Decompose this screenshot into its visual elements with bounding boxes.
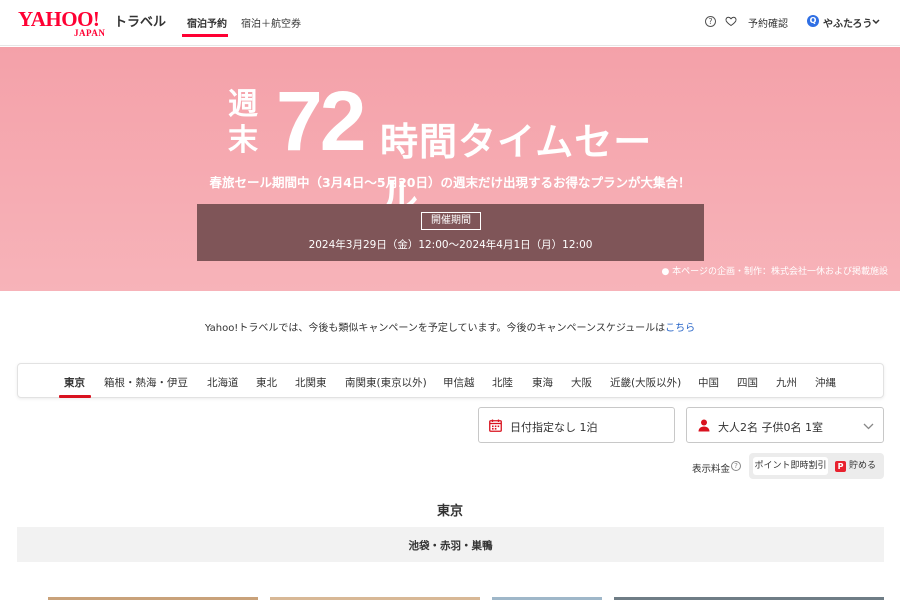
top-header: YAHOO! JAPAN トラベル 宿泊予約 宿泊＋航空券 ? 予約確認 Q や… xyxy=(0,0,900,46)
campaign-period-box: 開催期間 2024年3月29日（金）12:00〜2024年4月1日（月）12:0… xyxy=(197,204,704,261)
region-tab-tokai[interactable]: 東海 xyxy=(532,375,553,390)
schedule-link[interactable]: こちら xyxy=(665,323,695,334)
tab-hotel-booking[interactable]: 宿泊予約 xyxy=(187,15,227,30)
area-header: 池袋・赤羽・巣鴨 xyxy=(17,527,884,562)
question-circle-icon[interactable]: ? xyxy=(705,16,716,27)
active-tab-indicator xyxy=(182,34,228,37)
date-label: 日付指定なし 1泊 xyxy=(510,421,598,434)
notice-text: Yahoo!トラベルでは、今後も類似キャンペーンを予定しています。今後のキャンペ… xyxy=(204,323,666,334)
logo-service: トラベル xyxy=(114,15,167,30)
region-tab-osaka[interactable]: 大阪 xyxy=(571,375,592,390)
date-selector[interactable]: 日付指定なし 1泊 xyxy=(478,407,675,443)
person-icon xyxy=(698,419,710,432)
region-tab-chugoku[interactable]: 中国 xyxy=(698,375,719,390)
point-mode-toggle: ポイント即時割引 P 貯める xyxy=(749,453,884,479)
user-name[interactable]: やふたろう xyxy=(823,15,872,30)
period-tag: 開催期間 xyxy=(421,212,481,230)
calendar-icon xyxy=(489,419,502,432)
paypay-point-icon: P xyxy=(835,461,846,472)
region-tab-tokyo[interactable]: 東京 xyxy=(64,375,85,390)
region-tab-hokuriku[interactable]: 北陸 xyxy=(492,375,513,390)
instant-discount-option[interactable]: ポイント即時割引 xyxy=(753,457,828,475)
area-label: 池袋・赤羽・巣鴨 xyxy=(408,540,493,552)
region-tab-kyushu[interactable]: 九州 xyxy=(776,375,797,390)
region-tab-kinki[interactable]: 近畿(大阪以外) xyxy=(610,375,681,390)
earn-points-option[interactable]: P 貯める xyxy=(835,457,876,475)
region-tab-okinawa[interactable]: 沖縄 xyxy=(815,375,836,390)
section-title: 東京 xyxy=(436,504,463,519)
active-region-indicator xyxy=(59,395,91,398)
campaign-notice: Yahoo!トラベルでは、今後も類似キャンペーンを予定しています。今後のキャンペ… xyxy=(0,319,900,334)
region-tab-tohoku[interactable]: 東北 xyxy=(256,375,277,390)
guest-selector[interactable]: 大人2名 子供0名 1室 xyxy=(686,407,884,443)
region-tab-shikoku[interactable]: 四国 xyxy=(737,375,758,390)
campaign-title: 週末 72 時間タイムセール xyxy=(228,74,688,219)
logo-main: YAHOO! xyxy=(18,7,100,31)
region-tabs: 東京 箱根・熱海・伊豆 北海道 東北 北関東 南関東(東京以外) 甲信越 北陸 … xyxy=(17,363,884,398)
region-tab-kitakanto[interactable]: 北関東 xyxy=(295,375,327,390)
logo-sub: JAPAN xyxy=(74,28,106,38)
period-text: 2024年3月29日（金）12:00〜2024年4月1日（月）12:00 xyxy=(308,239,593,251)
campaign-subtitle: 春旅セール期間中（3月4日〜5月20日）の週末だけ出現するお得なプランが大集合！ xyxy=(209,175,691,190)
chevron-down-icon xyxy=(863,423,874,430)
yahoo-travel-logo[interactable]: YAHOO! JAPAN トラベル xyxy=(18,8,168,38)
heart-icon[interactable] xyxy=(725,15,737,27)
title-prefix: 週末 xyxy=(228,87,258,158)
user-badge-icon: Q xyxy=(807,15,819,27)
region-tab-hakone[interactable]: 箱根・熱海・伊豆 xyxy=(104,375,188,390)
help-icon[interactable]: ? xyxy=(731,461,741,471)
region-tab-hokkaido[interactable]: 北海道 xyxy=(207,375,239,390)
guest-label: 大人2名 子供0名 1室 xyxy=(718,421,823,434)
reservation-check-link[interactable]: 予約確認 xyxy=(748,15,788,30)
earn-points-label: 貯める xyxy=(849,461,877,471)
campaign-banner: 週末 72 時間タイムセール 春旅セール期間中（3月4日〜5月20日）の週末だけ… xyxy=(0,47,900,291)
title-number: 72 xyxy=(276,74,366,168)
chevron-down-icon[interactable] xyxy=(872,19,880,25)
tab-hotel-flight[interactable]: 宿泊＋航空券 xyxy=(241,15,301,30)
campaign-credit: ● 本ページの企画・制作：株式会社一休および掲載施設 xyxy=(661,267,888,277)
price-display-label: 表示料金 xyxy=(692,464,731,475)
region-tab-minamikanto[interactable]: 南関東(東京以外) xyxy=(345,375,427,390)
region-tab-koshinetsu[interactable]: 甲信越 xyxy=(443,375,475,390)
